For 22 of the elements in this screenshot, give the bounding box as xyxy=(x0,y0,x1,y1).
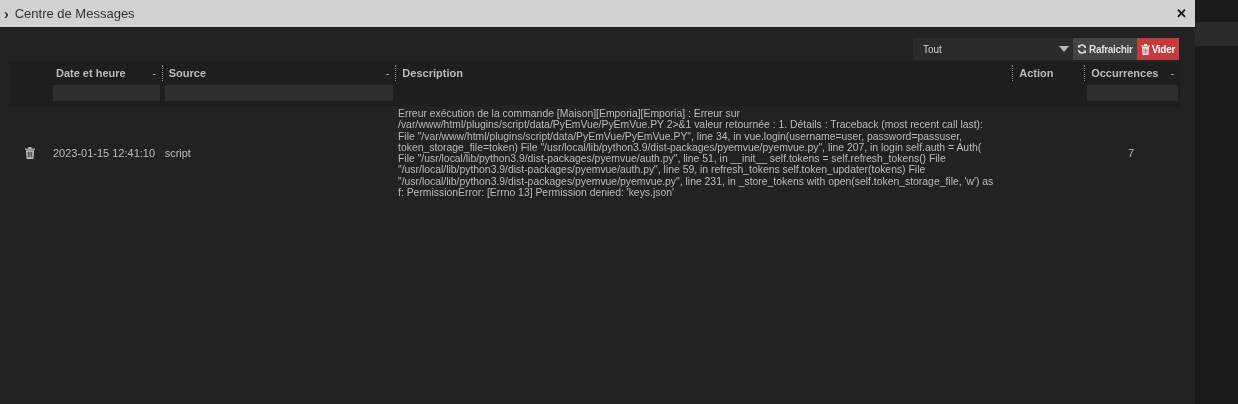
clear-button[interactable]: Vider xyxy=(1136,38,1179,60)
close-icon[interactable]: ✕ xyxy=(1176,6,1187,21)
column-header[interactable]: Source xyxy=(168,67,207,79)
sort-indicator[interactable]: - xyxy=(1170,67,1174,79)
table-cell: 7 xyxy=(1128,147,1135,160)
trash-icon xyxy=(1140,43,1150,55)
refresh-button[interactable]: Rafraichir xyxy=(1072,38,1137,60)
expand-icon[interactable]: › xyxy=(4,6,9,21)
table-cell: 2023-01-15 12:41:10 xyxy=(52,147,156,160)
column-header[interactable]: Occurrences xyxy=(1091,67,1159,79)
description-text: Erreur exécution de la commande [Maison][Emporia][Emporia] : Erreur sur /var/www/html/plugins/script/data/PyEmVue/PyEmVue.PY 2>&1 valeur retournée : 1. Détails : Traceback (most recent call last): File "/var/www/html/plugins/script/data/PyEmVue/PyEmVue.PY", line 34, in vue.login(username=user, password=passuser, token_storage_file=token) File "/usr/local/lib/python3.9/dist-packages/pyemvue/pyemvue.py", line 207, in login self.auth = Auth( File "/usr/local/lib/python3.9/dist-packages/pyemvue/auth.py", line 51, in __init__ self.tokens = self.refresh_tokens() File "/usr/local/lib/python3.9/dist-packages/pyemvue/auth.py", line 59, in refresh_tokens self.token_updater(tokens) File "/usr/local/lib/python3.9/dist-packages/pyemvue/pyemvue.py", line 231, in _store_tokens with open(self.token_storage_file, 'w') as f: PermissionError: [Errno 13] Permission denied: 'keys.json' xyxy=(398,108,995,199)
sort-indicator[interactable]: - xyxy=(386,67,390,79)
table-cell: script xyxy=(164,147,191,160)
filter-select[interactable]: Tout xyxy=(912,38,1073,60)
sort-indicator[interactable]: - xyxy=(152,67,156,79)
column-header[interactable]: Date et heure xyxy=(55,67,126,79)
column-header[interactable]: Description xyxy=(402,67,463,79)
refresh-icon xyxy=(1076,44,1087,54)
caret-icon xyxy=(1058,46,1069,52)
column-header[interactable]: Action xyxy=(1019,67,1054,79)
trash-icon[interactable] xyxy=(24,147,35,160)
window-title: Centre de Messages xyxy=(14,6,136,21)
